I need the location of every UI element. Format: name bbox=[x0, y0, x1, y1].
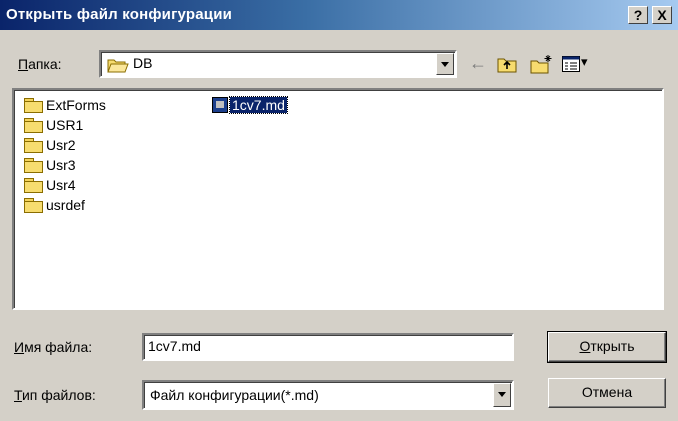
lookin-value: DB bbox=[133, 55, 153, 71]
lookin-dropdown-button[interactable] bbox=[436, 53, 454, 75]
lookin-label: Папка: bbox=[18, 56, 62, 72]
list-item-label: Usr2 bbox=[46, 137, 76, 153]
folder-icon bbox=[24, 98, 43, 113]
list-item-label: Usr4 bbox=[46, 177, 76, 193]
list-item-label: Usr3 bbox=[46, 157, 76, 173]
view-menu-arrow-icon: ▾ bbox=[581, 54, 588, 69]
file-list[interactable]: ExtForms USR1 Usr2 Usr3 Usr4 usrdef 1cv7… bbox=[12, 88, 664, 310]
lookin-combo[interactable]: DB bbox=[99, 50, 457, 78]
view-menu-button[interactable]: ▾ bbox=[562, 54, 592, 74]
list-item-label: ExtForms bbox=[46, 97, 106, 113]
list-item-label: usrdef bbox=[46, 197, 85, 213]
list-item-folder[interactable]: Usr2 bbox=[24, 136, 76, 154]
filetype-value: Файл конфигурации(*.md) bbox=[150, 387, 319, 403]
up-folder-button[interactable] bbox=[496, 54, 518, 74]
folder-icon bbox=[24, 158, 43, 173]
window-title: Открыть файл конфигурации bbox=[6, 6, 233, 23]
list-item-folder[interactable]: Usr3 bbox=[24, 156, 76, 174]
filename-input[interactable]: 1cv7.md bbox=[142, 333, 514, 361]
folder-icon bbox=[24, 138, 43, 153]
list-item-folder[interactable]: ExtForms bbox=[24, 96, 106, 114]
new-folder-icon bbox=[530, 55, 552, 74]
open-folder-icon bbox=[107, 57, 129, 76]
filetype-label: Тип файлов: bbox=[14, 387, 96, 403]
new-folder-button[interactable] bbox=[530, 54, 552, 74]
open-button[interactable]: Открыть bbox=[547, 331, 667, 363]
list-item-folder[interactable]: USR1 bbox=[24, 116, 83, 134]
back-button[interactable]: ← bbox=[466, 53, 488, 74]
up-folder-icon bbox=[497, 58, 517, 73]
list-item-folder[interactable]: usrdef bbox=[24, 196, 85, 214]
filename-label: Имя файла: bbox=[14, 339, 93, 355]
list-item-label: 1cv7.md bbox=[229, 96, 288, 114]
folder-icon bbox=[24, 118, 43, 133]
config-file-icon bbox=[212, 97, 228, 113]
back-arrow-icon: ← bbox=[469, 53, 487, 73]
help-button[interactable]: ? bbox=[628, 6, 648, 24]
list-item-label: USR1 bbox=[46, 117, 84, 133]
folder-icon bbox=[24, 198, 43, 213]
filetype-dropdown-button[interactable] bbox=[493, 383, 511, 407]
filetype-select[interactable]: Файл конфигурации(*.md) bbox=[142, 380, 514, 410]
list-item-folder[interactable]: Usr4 bbox=[24, 176, 76, 194]
details-view-icon bbox=[562, 56, 580, 72]
list-item-file-selected[interactable]: 1cv7.md bbox=[212, 96, 288, 114]
folder-icon bbox=[24, 178, 43, 193]
title-bar[interactable]: Открыть файл конфигурации ? X bbox=[0, 0, 678, 30]
cancel-button[interactable]: Отмена bbox=[548, 378, 666, 408]
close-button[interactable]: X bbox=[652, 6, 672, 24]
